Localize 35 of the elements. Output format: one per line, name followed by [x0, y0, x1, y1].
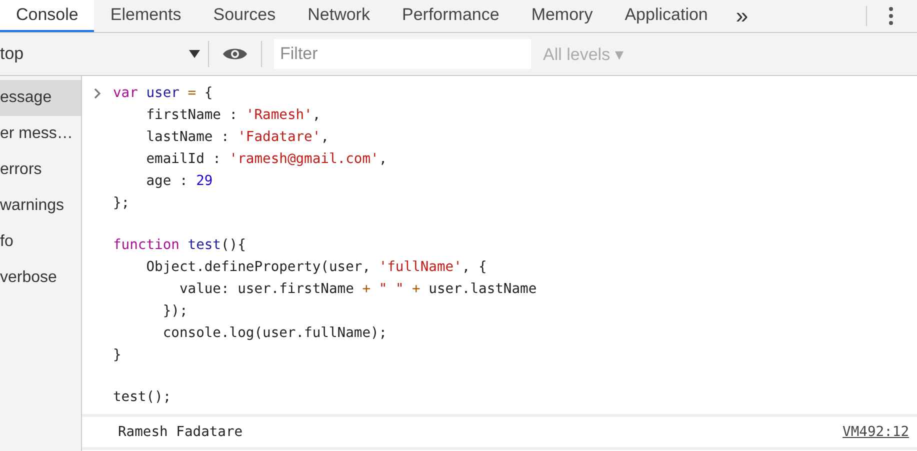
- panel-tab[interactable]: Network: [292, 0, 386, 32]
- code-line: value: user.firstName + " " + user.lastName: [178, 280, 537, 299]
- sidebar-item[interactable]: verbose: [0, 260, 81, 296]
- code-line: test();: [113, 388, 172, 407]
- panel-tab[interactable]: Elements: [94, 0, 198, 32]
- code-line: age : 29: [145, 172, 214, 191]
- more-options-icon[interactable]: [889, 7, 893, 25]
- sidebar-item[interactable]: er mess…: [0, 116, 81, 152]
- panel-tab[interactable]: Application: [608, 0, 724, 32]
- code-line: emailId : 'ramesh@gmail.com',: [145, 150, 388, 169]
- code-line: }: [113, 346, 122, 365]
- code-line: var user = {: [113, 84, 214, 103]
- panel-tab[interactable]: Sources: [197, 0, 292, 32]
- context-selector[interactable]: top: [0, 44, 208, 64]
- prompt-chevron-icon: [94, 88, 101, 99]
- sidebar-item[interactable]: errors: [0, 152, 81, 188]
- code-line: Object.defineProperty(user, 'fullName', {: [145, 258, 488, 277]
- panel-tab[interactable]: Console: [0, 0, 94, 32]
- log-output: Ramesh Fadatare: [118, 424, 243, 440]
- sidebar-item[interactable]: fo: [0, 224, 81, 260]
- code-line: };: [113, 194, 131, 213]
- code-line: });: [162, 302, 189, 321]
- sidebar-item[interactable]: warnings: [0, 188, 81, 224]
- more-tabs-button[interactable]: »: [724, 0, 760, 32]
- code-line: console.log(user.fullName);: [162, 324, 388, 343]
- panel-tab[interactable]: Performance: [386, 0, 516, 32]
- filter-field[interactable]: Filter: [274, 39, 531, 69]
- source-link[interactable]: VM492:12: [842, 424, 909, 440]
- panel-tab[interactable]: Memory: [515, 0, 609, 32]
- dropdown-caret-icon: [189, 50, 200, 58]
- sidebar-item[interactable]: essage: [0, 80, 81, 116]
- code-line: firstName : 'Ramesh',: [145, 106, 322, 125]
- code-line: function test(){: [113, 236, 247, 255]
- code-line: lastName : 'Fadatare',: [145, 128, 330, 147]
- eye-icon[interactable]: [223, 46, 247, 62]
